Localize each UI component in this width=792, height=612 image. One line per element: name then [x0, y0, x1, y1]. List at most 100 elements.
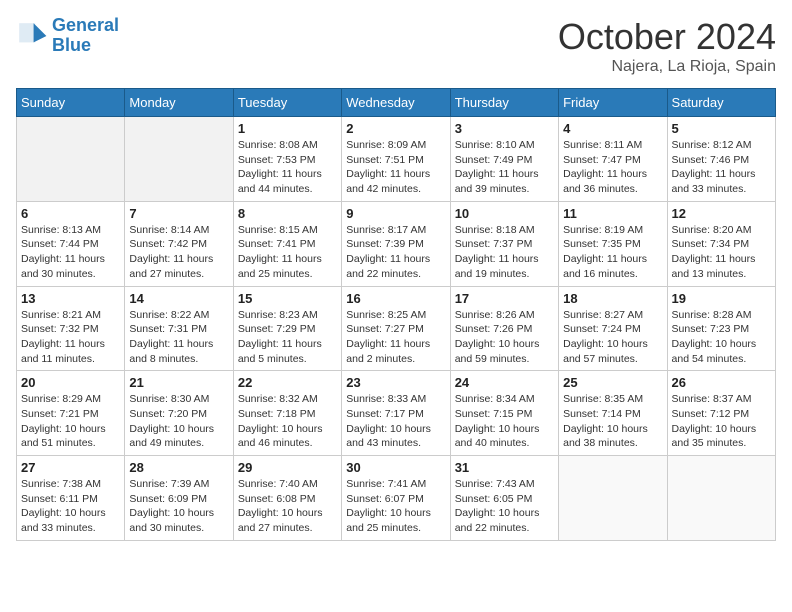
calendar-cell: 17 Sunrise: 8:26 AM Sunset: 7:26 PM Dayli… [450, 286, 558, 371]
calendar-cell [667, 456, 775, 541]
calendar-cell: 16 Sunrise: 8:25 AM Sunset: 7:27 PM Dayli… [342, 286, 450, 371]
calendar-week-5: 27 Sunrise: 7:38 AM Sunset: 6:11 PM Dayli… [17, 456, 776, 541]
calendar-cell: 31 Sunrise: 7:43 AM Sunset: 6:05 PM Dayli… [450, 456, 558, 541]
calendar-cell: 29Sunrise: 7:40 AM Sunset: 6:08 PM Dayli… [233, 456, 341, 541]
calendar-week-4: 20 Sunrise: 8:29 AM Sunset: 7:21 PM Dayli… [17, 371, 776, 456]
day-number: 8 [238, 206, 337, 221]
day-number: 27 [21, 460, 120, 475]
day-detail: Sunrise: 8:32 AM Sunset: 7:18 PM Dayligh… [238, 392, 337, 451]
day-detail: Sunrise: 8:37 AM Sunset: 7:12 PM Dayligh… [672, 392, 771, 451]
day-number: 31 [455, 460, 554, 475]
day-number: 24 [455, 375, 554, 390]
day-detail: Sunrise: 8:11 AM Sunset: 7:47 PM Dayligh… [563, 138, 662, 197]
day-number: 22 [238, 375, 337, 390]
day-detail: Sunrise: 7:40 AM Sunset: 6:08 PM Dayligh… [238, 477, 337, 536]
weekday-header-friday: Friday [559, 89, 667, 117]
day-detail: Sunrise: 8:15 AM Sunset: 7:41 PM Dayligh… [238, 223, 337, 282]
day-detail: Sunrise: 8:17 AM Sunset: 7:39 PM Dayligh… [346, 223, 445, 282]
day-detail: Sunrise: 8:23 AM Sunset: 7:29 PM Dayligh… [238, 308, 337, 367]
calendar-cell: 13 Sunrise: 8:21 AM Sunset: 7:32 PM Dayli… [17, 286, 125, 371]
day-number: 23 [346, 375, 445, 390]
calendar-cell: 26 Sunrise: 8:37 AM Sunset: 7:12 PM Dayli… [667, 371, 775, 456]
calendar-cell: 24 Sunrise: 8:34 AM Sunset: 7:15 PM Dayli… [450, 371, 558, 456]
title-block: October 2024 Najera, La Rioja, Spain [558, 16, 776, 76]
day-number: 11 [563, 206, 662, 221]
calendar-table: SundayMondayTuesdayWednesdayThursdayFrid… [16, 88, 776, 541]
day-detail: Sunrise: 8:30 AM Sunset: 7:20 PM Dayligh… [129, 392, 228, 451]
calendar-cell: 6 Sunrise: 8:13 AM Sunset: 7:44 PM Daylig… [17, 201, 125, 286]
day-detail: Sunrise: 8:20 AM Sunset: 7:34 PM Dayligh… [672, 223, 771, 282]
day-number: 17 [455, 291, 554, 306]
day-number: 18 [563, 291, 662, 306]
day-number: 13 [21, 291, 120, 306]
day-detail: Sunrise: 7:41 AM Sunset: 6:07 PM Dayligh… [346, 477, 445, 536]
day-number: 28 [129, 460, 228, 475]
calendar-cell: 10Sunrise: 8:18 AM Sunset: 7:37 PM Dayli… [450, 201, 558, 286]
day-number: 25 [563, 375, 662, 390]
day-detail: Sunrise: 7:43 AM Sunset: 6:05 PM Dayligh… [455, 477, 554, 536]
day-number: 12 [672, 206, 771, 221]
calendar-cell: 18 Sunrise: 8:27 AM Sunset: 7:24 PM Dayli… [559, 286, 667, 371]
day-detail: Sunrise: 8:19 AM Sunset: 7:35 PM Dayligh… [563, 223, 662, 282]
day-number: 20 [21, 375, 120, 390]
calendar-week-1: 1 Sunrise: 8:08 AM Sunset: 7:53 PM Daylig… [17, 117, 776, 202]
calendar-cell [559, 456, 667, 541]
weekday-header-saturday: Saturday [667, 89, 775, 117]
day-number: 30 [346, 460, 445, 475]
calendar-cell: 15Sunrise: 8:23 AM Sunset: 7:29 PM Dayli… [233, 286, 341, 371]
calendar-cell: 7Sunrise: 8:14 AM Sunset: 7:42 PM Daylig… [125, 201, 233, 286]
day-detail: Sunrise: 8:34 AM Sunset: 7:15 PM Dayligh… [455, 392, 554, 451]
day-number: 26 [672, 375, 771, 390]
day-detail: Sunrise: 8:21 AM Sunset: 7:32 PM Dayligh… [21, 308, 120, 367]
day-detail: Sunrise: 8:12 AM Sunset: 7:46 PM Dayligh… [672, 138, 771, 197]
day-number: 9 [346, 206, 445, 221]
calendar-cell: 12 Sunrise: 8:20 AM Sunset: 7:34 PM Dayli… [667, 201, 775, 286]
calendar-week-2: 6 Sunrise: 8:13 AM Sunset: 7:44 PM Daylig… [17, 201, 776, 286]
logo-text: General Blue [52, 16, 119, 56]
calendar-cell [125, 117, 233, 202]
logo: General Blue [16, 16, 119, 56]
day-detail: Sunrise: 8:26 AM Sunset: 7:26 PM Dayligh… [455, 308, 554, 367]
calendar-cell: 19Sunrise: 8:28 AM Sunset: 7:23 PM Dayli… [667, 286, 775, 371]
weekday-header-monday: Monday [125, 89, 233, 117]
calendar-cell: 1 Sunrise: 8:08 AM Sunset: 7:53 PM Daylig… [233, 117, 341, 202]
day-detail: Sunrise: 8:29 AM Sunset: 7:21 PM Dayligh… [21, 392, 120, 451]
page-header: General Blue October 2024 Najera, La Rio… [16, 16, 776, 76]
calendar-cell: 28Sunrise: 7:39 AM Sunset: 6:09 PM Dayli… [125, 456, 233, 541]
day-detail: Sunrise: 8:13 AM Sunset: 7:44 PM Dayligh… [21, 223, 120, 282]
location: Najera, La Rioja, Spain [558, 58, 776, 76]
day-detail: Sunrise: 8:35 AM Sunset: 7:14 PM Dayligh… [563, 392, 662, 451]
calendar-cell: 30 Sunrise: 7:41 AM Sunset: 6:07 PM Dayli… [342, 456, 450, 541]
calendar-cell: 3Sunrise: 8:10 AM Sunset: 7:49 PM Daylig… [450, 117, 558, 202]
day-number: 19 [672, 291, 771, 306]
day-number: 4 [563, 121, 662, 136]
calendar-cell: 14 Sunrise: 8:22 AM Sunset: 7:31 PM Dayli… [125, 286, 233, 371]
day-number: 6 [21, 206, 120, 221]
calendar-cell: 22 Sunrise: 8:32 AM Sunset: 7:18 PM Dayli… [233, 371, 341, 456]
weekday-header-thursday: Thursday [450, 89, 558, 117]
calendar-cell: 9 Sunrise: 8:17 AM Sunset: 7:39 PM Daylig… [342, 201, 450, 286]
day-detail: Sunrise: 8:08 AM Sunset: 7:53 PM Dayligh… [238, 138, 337, 197]
day-detail: Sunrise: 8:27 AM Sunset: 7:24 PM Dayligh… [563, 308, 662, 367]
day-detail: Sunrise: 8:25 AM Sunset: 7:27 PM Dayligh… [346, 308, 445, 367]
day-number: 5 [672, 121, 771, 136]
month-title: October 2024 [558, 16, 776, 58]
day-detail: Sunrise: 7:38 AM Sunset: 6:11 PM Dayligh… [21, 477, 120, 536]
day-number: 16 [346, 291, 445, 306]
day-number: 21 [129, 375, 228, 390]
day-number: 3 [455, 121, 554, 136]
day-number: 1 [238, 121, 337, 136]
calendar-cell [17, 117, 125, 202]
calendar-cell: 25 Sunrise: 8:35 AM Sunset: 7:14 PM Dayli… [559, 371, 667, 456]
day-detail: Sunrise: 8:18 AM Sunset: 7:37 PM Dayligh… [455, 223, 554, 282]
day-number: 2 [346, 121, 445, 136]
day-number: 14 [129, 291, 228, 306]
calendar-cell: 20 Sunrise: 8:29 AM Sunset: 7:21 PM Dayli… [17, 371, 125, 456]
calendar-cell: 8 Sunrise: 8:15 AM Sunset: 7:41 PM Daylig… [233, 201, 341, 286]
calendar-cell: 4 Sunrise: 8:11 AM Sunset: 7:47 PM Daylig… [559, 117, 667, 202]
calendar-cell: 11 Sunrise: 8:19 AM Sunset: 7:35 PM Dayli… [559, 201, 667, 286]
day-detail: Sunrise: 8:22 AM Sunset: 7:31 PM Dayligh… [129, 308, 228, 367]
calendar-week-3: 13 Sunrise: 8:21 AM Sunset: 7:32 PM Dayli… [17, 286, 776, 371]
calendar-cell: 2Sunrise: 8:09 AM Sunset: 7:51 PM Daylig… [342, 117, 450, 202]
weekday-header-wednesday: Wednesday [342, 89, 450, 117]
